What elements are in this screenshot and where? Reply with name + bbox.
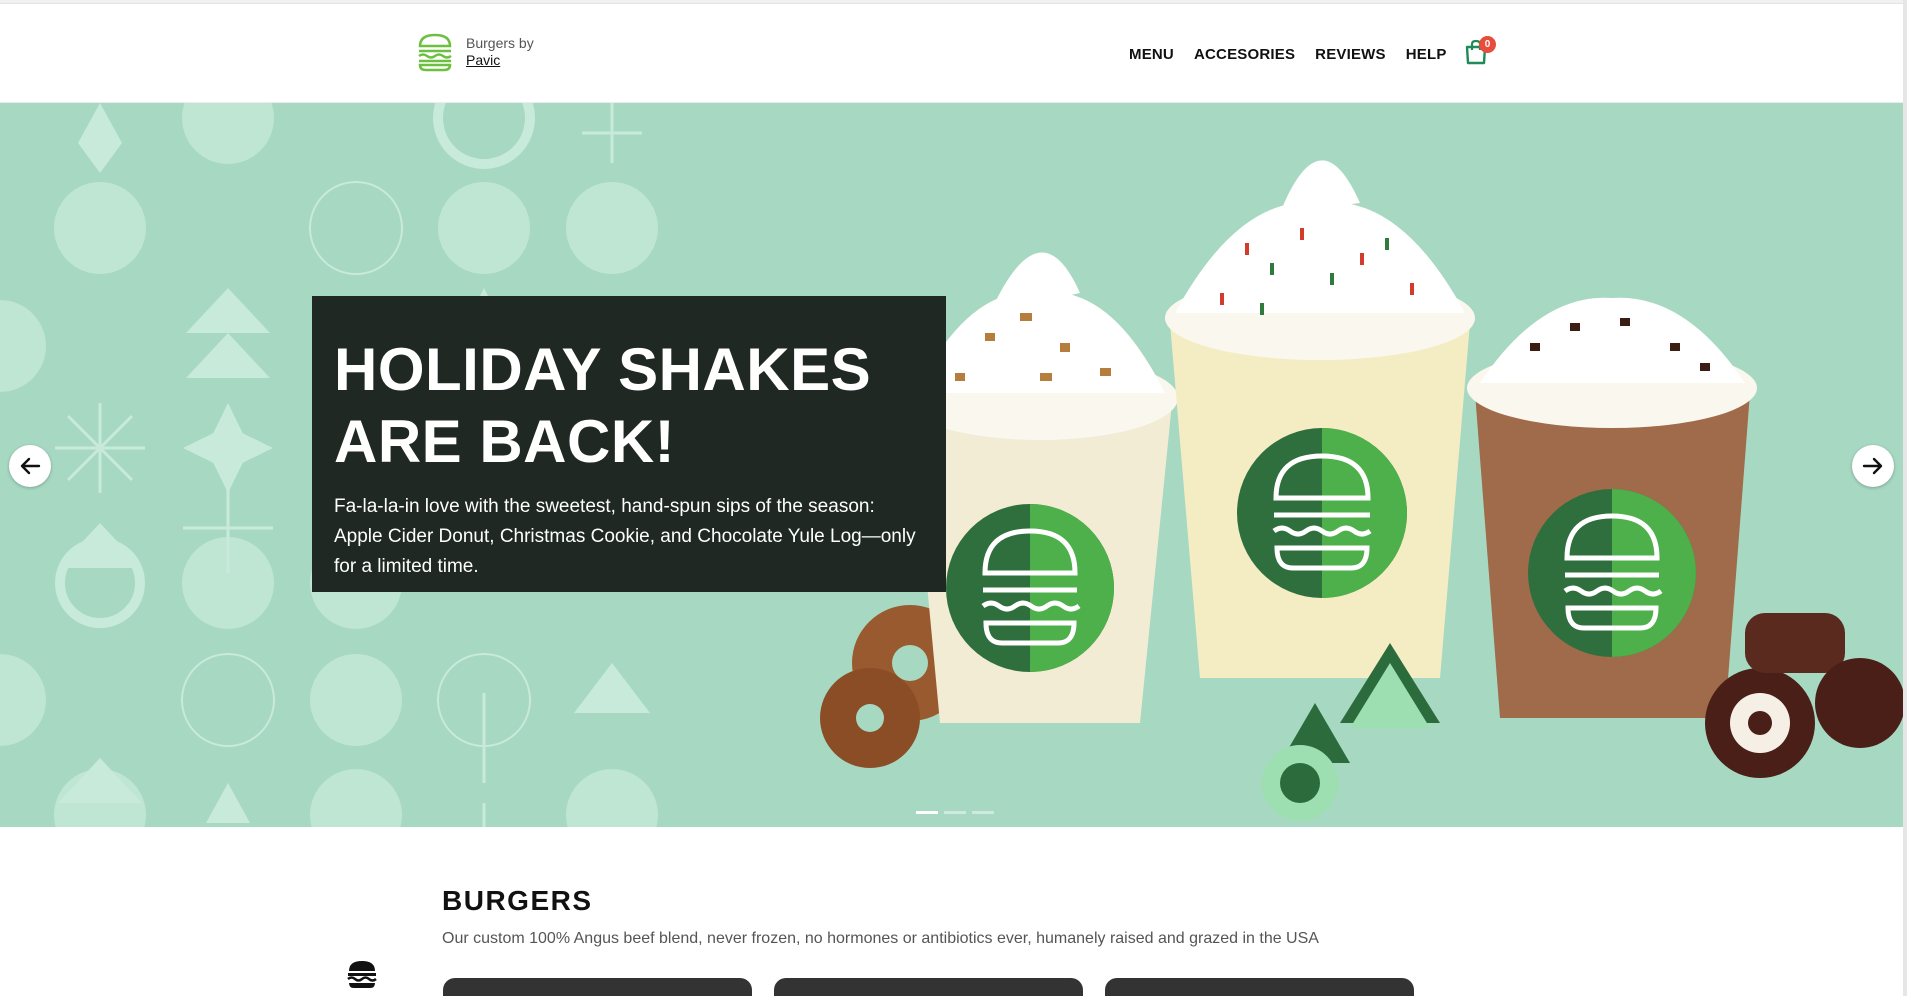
- nav-help[interactable]: HELP: [1406, 46, 1447, 63]
- carousel-prev-button[interactable]: [9, 445, 51, 487]
- burger-card[interactable]: [443, 978, 752, 996]
- carousel-dot-3[interactable]: [972, 811, 994, 814]
- page-scrollbar[interactable]: [1903, 0, 1907, 996]
- brand-prefix: Burgers by: [466, 35, 534, 51]
- nav-reviews[interactable]: REVIEWS: [1315, 46, 1386, 63]
- burger-cards: [443, 978, 1414, 996]
- hero-description: Fa-la-la-in love with the sweetest, hand…: [334, 496, 916, 577]
- burger-category-icon[interactable]: [346, 958, 378, 990]
- brand-text: Burgers by Pavic: [466, 35, 534, 69]
- section-title: BURGERS: [442, 885, 593, 916]
- hero-carousel: HOLIDAY SHAKES ARE BACK! Fa-la-la-in lov…: [0, 103, 1907, 827]
- nav-accesories[interactable]: ACCESORIES: [1194, 46, 1295, 63]
- carousel-next-button[interactable]: [1852, 445, 1894, 487]
- carousel-dot-1[interactable]: [916, 811, 938, 814]
- burger-card[interactable]: [774, 978, 1083, 996]
- arrow-right-icon: [1862, 457, 1883, 475]
- carousel-dot-2[interactable]: [944, 811, 966, 814]
- brand-author-link[interactable]: Pavic: [466, 52, 534, 69]
- site-header: Burgers by Pavic MENU ACCESORIES REVIEWS…: [0, 4, 1907, 103]
- arrow-left-icon: [20, 457, 41, 475]
- main-nav: MENU ACCESORIES REVIEWS HELP: [1129, 46, 1447, 63]
- cart-count-badge: 0: [1479, 36, 1496, 53]
- hero-title: HOLIDAY SHAKES ARE BACK!: [334, 336, 872, 475]
- nav-menu[interactable]: MENU: [1129, 46, 1174, 63]
- brand-logo[interactable]: Burgers by Pavic: [416, 32, 534, 72]
- carousel-indicators: [916, 811, 994, 814]
- burger-card[interactable]: [1105, 978, 1414, 996]
- burger-logo-icon: [418, 33, 452, 72]
- hero-promo-card: HOLIDAY SHAKES ARE BACK! Fa-la-la-in lov…: [312, 296, 946, 592]
- section-description: Our custom 100% Angus beef blend, never …: [442, 930, 1319, 947]
